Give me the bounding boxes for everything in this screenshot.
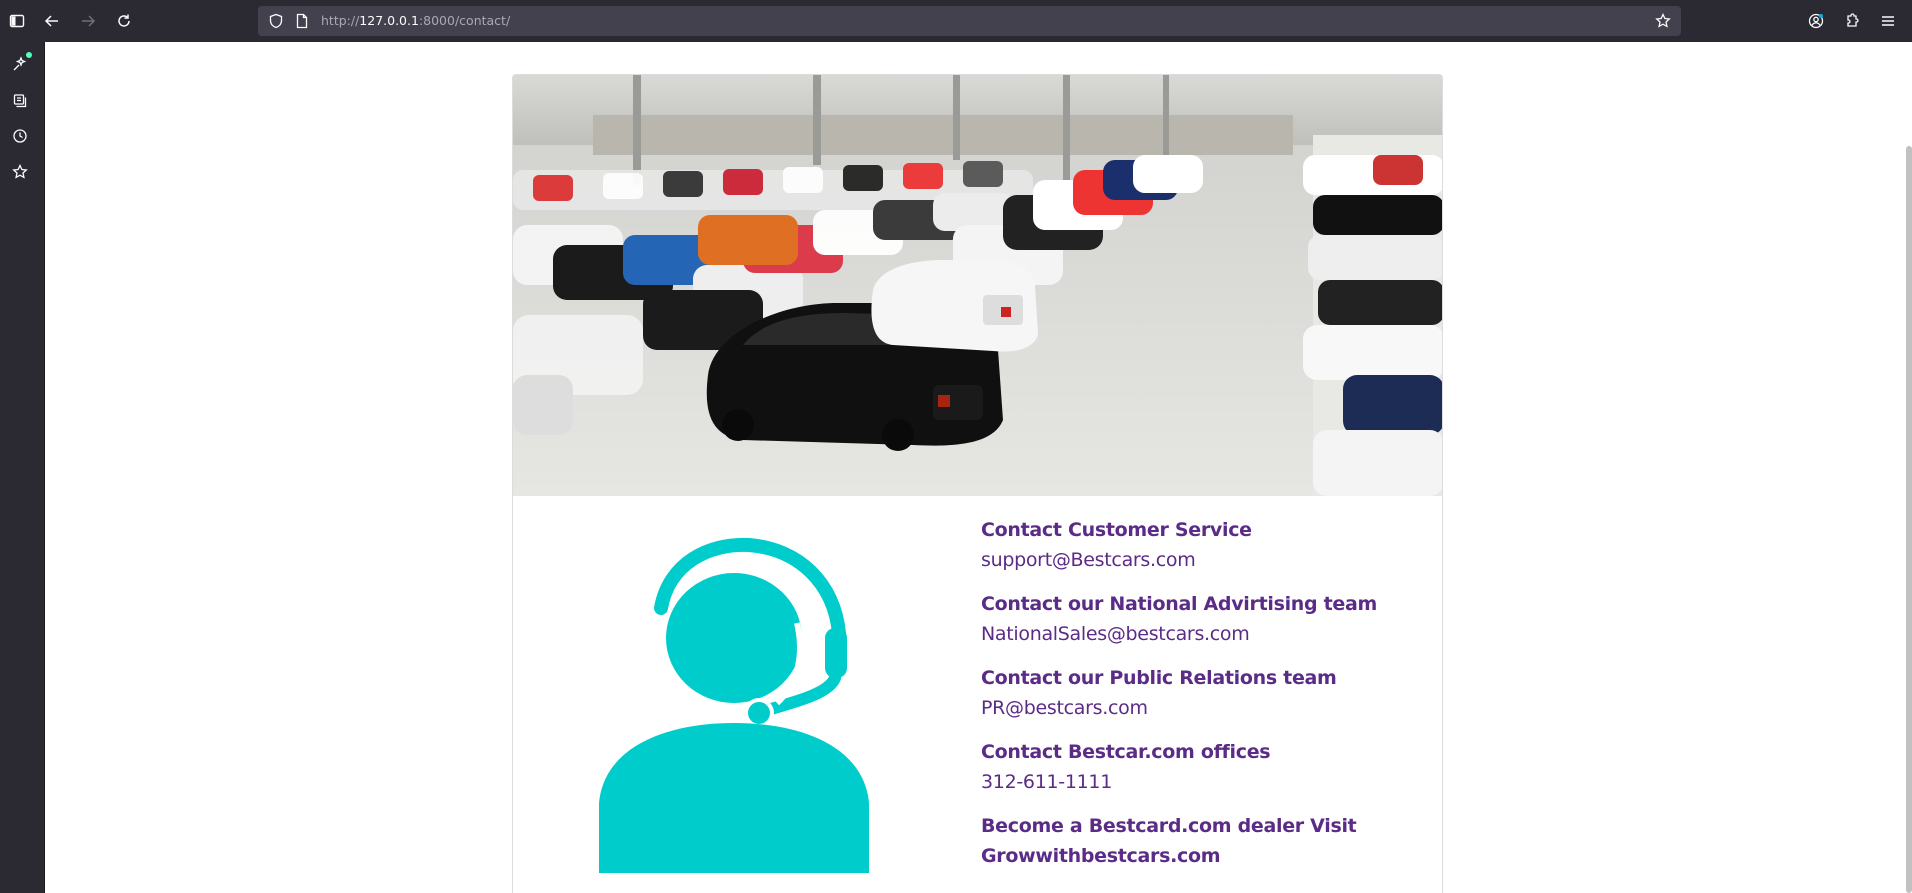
contact-title: Contact our National Advirtising team xyxy=(981,593,1378,615)
contact-item-dealer: Become a Bestcard.com dealer Visit Groww… xyxy=(981,811,1421,871)
contact-title: Contact Customer Service xyxy=(981,519,1252,541)
contact-title: Become a Bestcard.com dealer Visit xyxy=(981,815,1357,837)
star-icon[interactable] xyxy=(10,162,30,182)
history-icon[interactable] xyxy=(10,126,30,146)
back-icon[interactable] xyxy=(40,9,64,33)
contact-item-national-advertising: Contact our National Advirtising team Na… xyxy=(981,589,1421,649)
contact-title: Contact Bestcar.com offices xyxy=(981,741,1271,763)
address-bar[interactable]: http://127.0.0.1:8000/contact/ xyxy=(258,6,1681,36)
url-host: 127.0.0.1 xyxy=(359,13,419,28)
contact-value: PR@bestcars.com xyxy=(981,697,1148,719)
url-path: :8000/contact/ xyxy=(418,13,511,28)
bookmarks-icon[interactable] xyxy=(10,91,30,111)
page-scrollbar[interactable] xyxy=(1906,146,1912,893)
contact-item-offices: Contact Bestcar.com offices 312-611-1111 xyxy=(981,737,1421,797)
page-viewport: Contact Customer Service support@Bestcar… xyxy=(45,42,1912,893)
url-scheme: http:// xyxy=(321,13,360,28)
contact-title: Contact our Public Relations team xyxy=(981,667,1337,689)
sidebar-toggle-icon[interactable] xyxy=(5,9,29,33)
url-text[interactable]: http://127.0.0.1:8000/contact/ xyxy=(321,13,510,28)
bookmark-star-icon[interactable] xyxy=(1655,12,1671,29)
browser-sidebar xyxy=(0,42,45,893)
contact-value: support@Bestcars.com xyxy=(981,549,1196,571)
forward-icon[interactable] xyxy=(76,9,100,33)
browser-toolbar: http://127.0.0.1:8000/contact/ xyxy=(0,0,1912,42)
notification-dot xyxy=(26,52,32,58)
contact-list: Contact Customer Service support@Bestcar… xyxy=(981,515,1421,885)
menu-icon[interactable] xyxy=(1876,9,1900,33)
contact-card: Contact Customer Service support@Bestcar… xyxy=(512,74,1443,893)
contact-value: Growwithbestcars.com xyxy=(981,845,1221,867)
extensions-icon[interactable] xyxy=(1840,9,1864,33)
contact-value: NationalSales@bestcars.com xyxy=(981,623,1250,645)
contact-item-public-relations: Contact our Public Relations team PR@bes… xyxy=(981,663,1421,723)
shield-icon[interactable] xyxy=(268,13,284,29)
car-showroom-image xyxy=(513,75,1442,496)
account-icon[interactable] xyxy=(1804,9,1828,33)
customer-service-agent-icon xyxy=(599,533,869,873)
page-icon[interactable] xyxy=(294,13,310,29)
contact-item-customer-service: Contact Customer Service support@Bestcar… xyxy=(981,515,1421,575)
reload-icon[interactable] xyxy=(112,9,136,33)
contact-value: 312-611-1111 xyxy=(981,771,1112,793)
